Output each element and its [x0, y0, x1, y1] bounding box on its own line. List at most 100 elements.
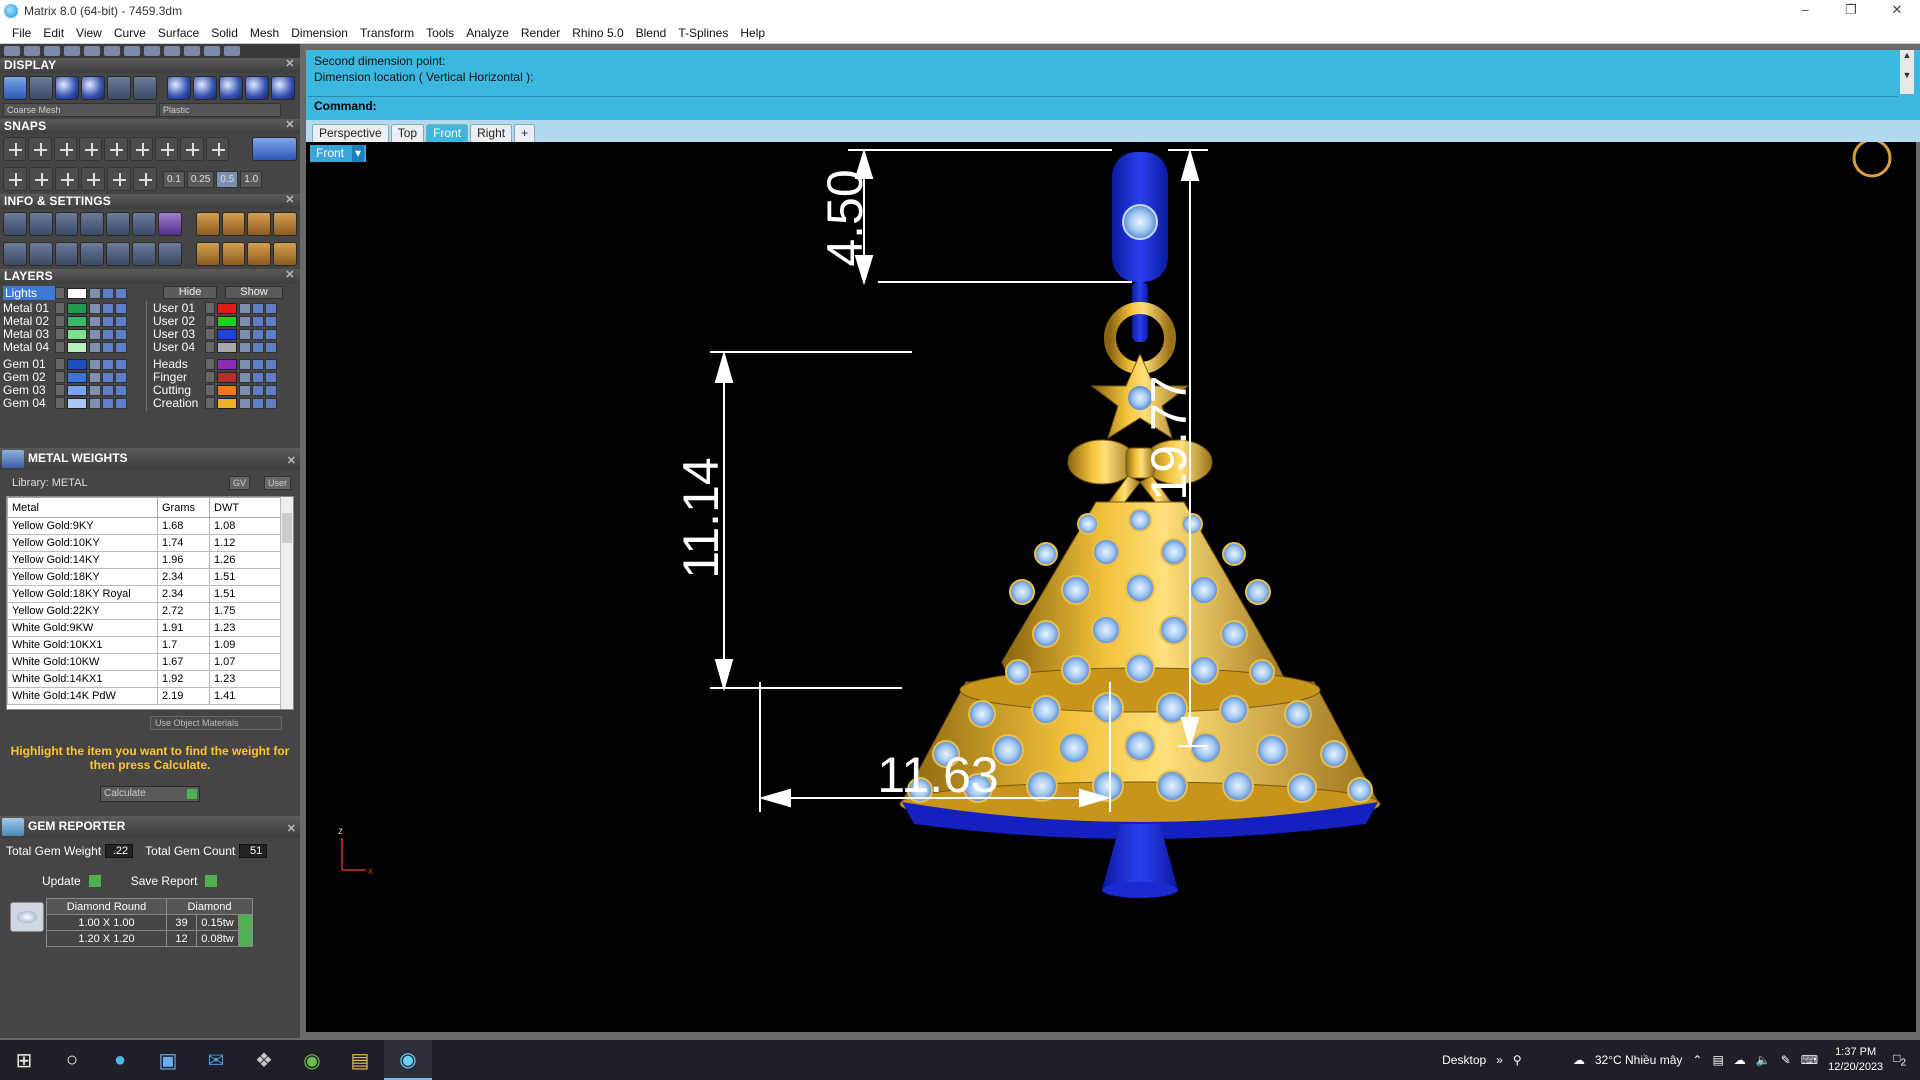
- snap-near-icon[interactable]: [28, 137, 52, 161]
- keyboard-icon[interactable]: ⌨: [1801, 1053, 1818, 1067]
- layer-color-swatch[interactable]: [217, 384, 237, 396]
- current-icon[interactable]: [115, 358, 127, 370]
- expand-icon[interactable]: [205, 315, 215, 327]
- tab-top[interactable]: Top: [390, 124, 425, 142]
- table-row[interactable]: White Gold:10KW 1.67 1.07: [7, 653, 282, 671]
- lock-icon[interactable]: [239, 371, 251, 383]
- tool-icon[interactable]: [24, 46, 40, 56]
- table-row[interactable]: Yellow Gold:10KY 1.74 1.12: [7, 534, 282, 552]
- visibility-icon[interactable]: [102, 341, 114, 353]
- cloud-icon[interactable]: ☁: [1734, 1053, 1746, 1067]
- menu-edit[interactable]: Edit: [37, 22, 70, 44]
- menu-curve[interactable]: Curve: [108, 22, 152, 44]
- tool-icon[interactable]: [144, 46, 160, 56]
- builder-icon[interactable]: [247, 212, 272, 236]
- layer-color-swatch[interactable]: [217, 371, 237, 383]
- current-icon[interactable]: [265, 302, 277, 314]
- close-icon[interactable]: ✕: [284, 58, 296, 71]
- add-viewport-icon[interactable]: +: [514, 124, 536, 142]
- menu-tools[interactable]: Tools: [420, 22, 460, 44]
- snap-intersect-icon[interactable]: [129, 137, 153, 161]
- lock-icon[interactable]: [89, 371, 101, 383]
- layers-icon[interactable]: [54, 212, 79, 236]
- snap-value-0.25[interactable]: 0.25: [186, 170, 215, 188]
- front-viewport[interactable]: 4.50 11.14 19.77 11.63 z x Front: [306, 142, 1916, 1032]
- expand-icon[interactable]: [55, 315, 65, 327]
- visibility-icon[interactable]: [102, 287, 114, 299]
- xray-icon[interactable]: [133, 76, 157, 100]
- menu-analyze[interactable]: Analyze: [460, 22, 515, 44]
- project-icon[interactable]: [55, 167, 79, 191]
- close-icon[interactable]: ✕: [284, 194, 296, 207]
- layer-row-lights[interactable]: Lights: [3, 286, 128, 300]
- current-icon[interactable]: [115, 397, 127, 409]
- column-dwt[interactable]: DWT: [209, 497, 282, 518]
- tool-icon[interactable]: [4, 46, 20, 56]
- builder-icon[interactable]: [195, 212, 220, 236]
- table-row[interactable]: White Gold:9KW 1.91 1.23: [7, 619, 282, 637]
- expand-icon[interactable]: [55, 287, 65, 299]
- file-explorer-icon[interactable]: ▤: [336, 1040, 384, 1080]
- cube-icon[interactable]: [157, 212, 182, 236]
- table-row[interactable]: White Gold:14KX1 1.92 1.23: [7, 670, 282, 688]
- table-row[interactable]: Yellow Gold:9KY 1.68 1.08: [7, 517, 282, 535]
- expand-icon[interactable]: [55, 371, 65, 383]
- layer-row[interactable]: Finger: [153, 370, 278, 384]
- builder-icon[interactable]: [247, 242, 272, 266]
- user-toggle[interactable]: User: [263, 476, 291, 490]
- builder-icon[interactable]: [221, 242, 246, 266]
- grid-snap-icon[interactable]: [3, 167, 27, 191]
- layer-color-swatch[interactable]: [67, 315, 87, 327]
- library-icon[interactable]: [80, 212, 105, 236]
- shaded-icon[interactable]: [29, 76, 53, 100]
- layer-row[interactable]: User 04: [153, 340, 278, 354]
- box-icon[interactable]: [54, 242, 79, 266]
- snap-tan-icon[interactable]: [180, 137, 204, 161]
- layer-color-swatch[interactable]: [67, 384, 87, 396]
- layer-row[interactable]: User 02: [153, 314, 278, 328]
- snap-value-1.0[interactable]: 1.0: [240, 170, 263, 188]
- visibility-icon[interactable]: [252, 397, 264, 409]
- tool-icon[interactable]: [104, 46, 120, 56]
- lock-icon[interactable]: [89, 397, 101, 409]
- notification-icon[interactable]: □2: [1893, 1051, 1906, 1068]
- lock-icon[interactable]: [89, 302, 101, 314]
- measure-icon[interactable]: [106, 212, 131, 236]
- layer-color-swatch[interactable]: [217, 397, 237, 409]
- table-scrollbar[interactable]: [280, 497, 293, 709]
- layer-color-swatch[interactable]: [67, 302, 87, 314]
- expand-icon[interactable]: [55, 341, 65, 353]
- tool-icon[interactable]: [164, 46, 180, 56]
- layer-color-swatch[interactable]: [217, 328, 237, 340]
- layout-icon[interactable]: [28, 242, 53, 266]
- tool-icon[interactable]: [204, 46, 220, 56]
- clock[interactable]: 1:37 PM 12/20/2023: [1828, 1045, 1883, 1075]
- scrollbar-thumb[interactable]: [282, 513, 292, 543]
- filter-icon[interactable]: [106, 242, 131, 266]
- menu-blend[interactable]: Blend: [630, 22, 673, 44]
- table-row[interactable]: White Gold:14K PdW 2.19 1.41: [7, 687, 282, 705]
- current-icon[interactable]: [265, 371, 277, 383]
- use-object-materials-checkbox[interactable]: Use Object Materials: [150, 716, 282, 730]
- mail-icon[interactable]: ✉: [192, 1040, 240, 1080]
- snap-perp-icon[interactable]: [154, 137, 179, 161]
- layer-row[interactable]: Gem 02: [3, 370, 128, 384]
- column-metal[interactable]: Metal: [7, 497, 158, 518]
- tool-icon[interactable]: [44, 46, 60, 56]
- close-icon[interactable]: ✕: [284, 269, 296, 282]
- lock-icon[interactable]: [89, 328, 101, 340]
- expand-icon[interactable]: [55, 397, 65, 409]
- current-icon[interactable]: [115, 287, 127, 299]
- layer-row[interactable]: Gem 03: [3, 383, 128, 397]
- visibility-icon[interactable]: [102, 371, 114, 383]
- mesh-combo[interactable]: Coarse Mesh: [3, 103, 157, 117]
- menu-mesh[interactable]: Mesh: [244, 22, 285, 44]
- command-input[interactable]: [388, 99, 1888, 113]
- restore-icon[interactable]: ❐: [1828, 0, 1874, 22]
- visibility-icon[interactable]: [102, 328, 114, 340]
- select-gem-button[interactable]: [238, 930, 253, 947]
- visibility-icon[interactable]: [102, 302, 114, 314]
- visibility-icon[interactable]: [252, 302, 264, 314]
- tab-perspective[interactable]: Perspective: [312, 124, 389, 142]
- zoom-icon[interactable]: [28, 212, 53, 236]
